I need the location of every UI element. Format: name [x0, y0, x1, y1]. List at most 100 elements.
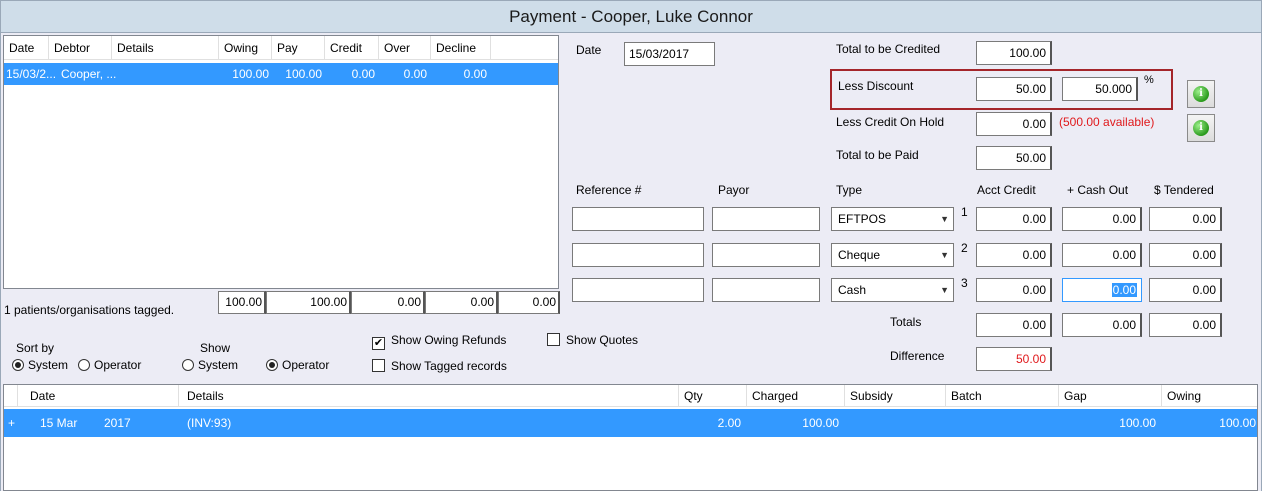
acct-credit-header: Acct Credit [977, 183, 1036, 197]
show-system-radio[interactable]: System [182, 358, 238, 372]
column-header-gap[interactable]: Gap [1059, 385, 1162, 407]
discount-info-button[interactable]: i [1187, 80, 1215, 108]
column-header-credit[interactable]: Credit [325, 36, 379, 60]
cell-debtor: Cooper, ... [61, 67, 117, 81]
show-tagged-records-label: Show Tagged records [391, 359, 507, 373]
total-owing: 100.00 [218, 291, 266, 314]
tagged-count-text: 1 patients/organisations tagged. [4, 303, 175, 317]
payment-type-select-2[interactable]: Cheque ▼ [831, 243, 954, 267]
column-header-batch[interactable]: Batch [946, 385, 1059, 407]
difference-label: Difference [890, 349, 945, 363]
sort-by-system-radio[interactable]: System [12, 358, 68, 372]
show-quotes-checkbox[interactable]: Show Quotes [547, 333, 638, 347]
cell-year: 2017 [104, 416, 131, 430]
checkbox-icon [372, 359, 385, 372]
payment-type-select-3[interactable]: Cash ▼ [831, 278, 954, 302]
cell-owing: 100.00 [1219, 416, 1256, 430]
tendered-header: $ Tendered [1154, 183, 1214, 197]
column-header-details[interactable]: Details [179, 385, 679, 407]
date-label: Date [576, 43, 602, 57]
total-cash-out-field: 0.00 [1062, 313, 1142, 337]
percent-sign: % [1144, 74, 1154, 86]
total-decline: 0.00 [498, 291, 560, 314]
payment-type-value-3: Cash [838, 283, 867, 297]
info-icon: i [1193, 120, 1209, 136]
cell-gap: 100.00 [1119, 416, 1156, 430]
column-header-date[interactable]: Date [4, 36, 49, 60]
show-operator-label: Operator [282, 358, 330, 372]
cell-day: 15 Mar [40, 416, 78, 430]
cell-pay: 100.00 [285, 67, 322, 81]
less-discount-field[interactable]: 50.00 [976, 77, 1052, 101]
discount-percent-field[interactable]: 50.000 [1062, 77, 1138, 101]
cash-out-selected-text: 0.00 [1111, 283, 1137, 297]
tendered-field-2[interactable]: 0.00 [1149, 243, 1222, 267]
cash-out-field-2[interactable]: 0.00 [1062, 243, 1142, 267]
less-credit-on-hold-label: Less Credit On Hold [836, 115, 945, 129]
sort-by-system-label: System [28, 358, 69, 372]
payor-field-2[interactable] [712, 243, 820, 267]
total-to-be-credited-label: Total to be Credited [836, 42, 941, 56]
credit-info-button[interactable]: i [1187, 114, 1215, 142]
total-to-be-paid-label: Total to be Paid [836, 148, 919, 162]
cell-date: 15/03/2... [6, 67, 57, 81]
date-field[interactable]: 15/03/2017 [624, 42, 715, 66]
show-label: Show [200, 341, 231, 355]
total-acct-credit-field: 0.00 [976, 313, 1052, 337]
acct-credit-field-3[interactable]: 0.00 [976, 278, 1052, 302]
invoice-row[interactable]: + 15 Mar 2017 (INV:93) 2.00 100.00 100.0… [4, 409, 1257, 437]
less-credit-on-hold-field[interactable]: 0.00 [976, 112, 1052, 136]
cash-out-field-3[interactable]: 0.00 [1062, 278, 1142, 302]
column-header-pay[interactable]: Pay [272, 36, 325, 60]
cash-out-field-1[interactable]: 0.00 [1062, 207, 1142, 231]
sort-by-operator-radio[interactable]: Operator [78, 358, 141, 372]
acct-credit-field-2[interactable]: 0.00 [976, 243, 1052, 267]
credit-available-text: (500.00 available) [1059, 115, 1155, 129]
less-discount-label: Less Discount [838, 79, 914, 93]
column-header-date[interactable]: Date [18, 385, 179, 407]
column-header-debtor[interactable]: Debtor [49, 36, 112, 60]
column-header-expander [4, 385, 18, 407]
row-number-2: 2 [961, 241, 968, 255]
total-over: 0.00 [425, 291, 498, 314]
column-header-charged[interactable]: Charged [747, 385, 845, 407]
reference-field-2[interactable] [572, 243, 704, 267]
payor-field-3[interactable] [712, 278, 820, 302]
payment-type-select-1[interactable]: EFTPOS ▼ [831, 207, 954, 231]
chevron-down-icon: ▼ [940, 285, 949, 295]
cell-charged: 100.00 [802, 416, 839, 430]
tendered-field-1[interactable]: 0.00 [1149, 207, 1222, 231]
reference-field-3[interactable] [572, 278, 704, 302]
cell-details: (INV:93) [187, 416, 232, 430]
cell-over: 0.00 [403, 67, 427, 81]
column-header-details[interactable]: Details [112, 36, 219, 60]
cell-owing: 100.00 [232, 67, 269, 81]
payor-field-1[interactable] [712, 207, 820, 231]
radio-icon [182, 359, 194, 371]
reference-field-1[interactable] [572, 207, 704, 231]
sort-by-label: Sort by [16, 341, 55, 355]
expand-row-button[interactable]: + [8, 409, 18, 437]
column-header-decline[interactable]: Decline [431, 36, 491, 60]
column-header-owing[interactable]: Owing [219, 36, 272, 60]
column-header-over[interactable]: Over [379, 36, 431, 60]
reference-header: Reference # [576, 183, 642, 197]
invoice-grid-header: Date Details Qty Charged Subsidy Batch G… [4, 385, 1257, 407]
show-system-label: System [198, 358, 239, 372]
radio-selected-icon [12, 359, 24, 371]
show-owing-refunds-checkbox[interactable]: ✔ Show Owing Refunds [372, 333, 506, 350]
tendered-field-3[interactable]: 0.00 [1149, 278, 1222, 302]
column-header-qty[interactable]: Qty [679, 385, 747, 407]
radio-selected-icon [266, 359, 278, 371]
total-to-be-paid-field: 50.00 [976, 146, 1052, 170]
show-tagged-records-checkbox[interactable]: Show Tagged records [372, 359, 507, 373]
show-operator-radio[interactable]: Operator [266, 358, 329, 372]
acct-credit-field-1[interactable]: 0.00 [976, 207, 1052, 231]
debtor-row[interactable]: 15/03/2... Cooper, ... 100.00 100.00 0.0… [4, 63, 558, 85]
column-header-subsidy[interactable]: Subsidy [845, 385, 946, 407]
debtor-grid-header: Date Debtor Details Owing Pay Credit Ove… [4, 36, 558, 60]
debtor-grid[interactable]: Date Debtor Details Owing Pay Credit Ove… [3, 35, 559, 289]
column-header-owing[interactable]: Owing [1162, 385, 1257, 407]
invoice-grid[interactable]: Date Details Qty Charged Subsidy Batch G… [3, 384, 1258, 491]
total-to-be-credited-field: 100.00 [976, 41, 1052, 65]
